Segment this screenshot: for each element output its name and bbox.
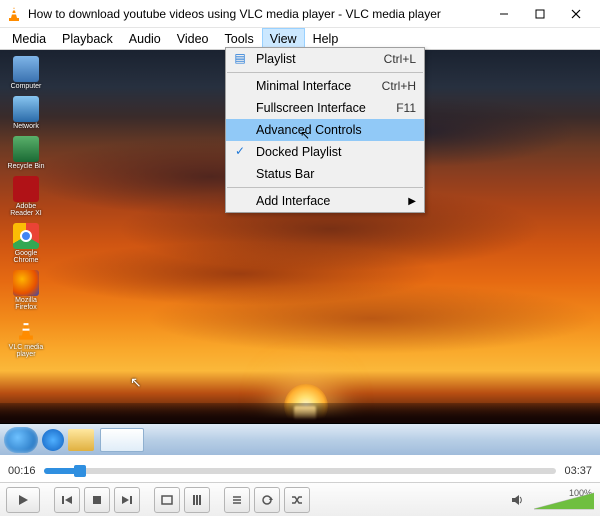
view-menu-dropdown: ▤ Playlist Ctrl+L Minimal Interface Ctrl+H Fu… [225,47,425,213]
desktop-icon-chrome: Google Chrome [4,223,48,264]
previous-button[interactable] [54,487,80,513]
menuitem-label: Fullscreen Interface [256,101,366,115]
menu-view[interactable]: View [262,28,305,49]
menuitem-label: Docked Playlist [256,145,341,159]
mute-button[interactable] [504,487,530,513]
menuitem-minimal-interface[interactable]: Minimal Interface Ctrl+H [226,75,424,97]
desktop-icon-recycle: Recycle Bin [4,136,48,170]
desktop-icon-vlc: VLC media player [4,317,48,358]
menuitem-label: Playlist [256,52,296,66]
menu-audio[interactable]: Audio [121,28,169,49]
volume-slider[interactable]: 100% [534,490,594,510]
fullscreen-button[interactable] [154,487,180,513]
shuffle-button[interactable] [284,487,310,513]
desktop-icon-label: Adobe Reader XI [4,203,48,217]
next-button[interactable] [114,487,140,513]
minimize-button[interactable] [486,0,522,28]
recycle-icon [13,136,39,162]
desktop-icon-adobe: Adobe Reader XI [4,176,48,217]
ie-icon [42,429,64,451]
menu-help[interactable]: Help [305,28,347,49]
stop-button[interactable] [84,487,110,513]
menuitem-label: Status Bar [256,167,314,181]
window-title: How to download youtube videos using VLC… [28,7,486,21]
menu-playback[interactable]: Playback [54,28,121,49]
menuitem-shortcut: F11 [396,101,416,115]
menu-video[interactable]: Video [169,28,217,49]
playlist-button[interactable] [224,487,250,513]
desktop-icon-label: Google Chrome [4,250,48,264]
desktop-icon-label: Computer [11,83,42,90]
desktop-icon-label: Network [13,123,39,130]
menuitem-label: Minimal Interface [256,79,351,93]
menuitem-shortcut: Ctrl+L [384,52,416,66]
menuitem-add-interface[interactable]: Add Interface ▶ [226,190,424,212]
close-button[interactable] [558,0,594,28]
menuitem-docked-playlist[interactable]: ✓ Docked Playlist [226,141,424,163]
extended-settings-button[interactable] [184,487,210,513]
time-elapsed[interactable]: 00:16 [8,465,36,477]
menuitem-playlist[interactable]: ▤ Playlist Ctrl+L [226,48,424,70]
desktop-icon-label: Recycle Bin [8,163,45,170]
vlc-icon [13,317,39,343]
computer-icon [13,56,39,82]
control-bar: 100% [0,482,600,516]
chrome-icon [13,223,39,249]
cursor-icon: ↖ [300,128,310,142]
menuitem-advanced-controls[interactable]: Advanced Controls [226,119,424,141]
desktop-icon-label: VLC media player [4,344,48,358]
menu-separator [227,72,423,73]
adobe-icon [13,176,39,202]
window-titlebar: How to download youtube videos using VLC… [0,0,600,28]
network-icon [13,96,39,122]
video-taskbar [0,424,600,455]
maximize-button[interactable] [522,0,558,28]
firefox-icon [13,270,39,296]
explorer-icon [68,429,94,451]
submenu-arrow-icon: ▶ [408,196,416,207]
desktop-icon-firefox: Mozilla Firefox [4,270,48,311]
seek-slider[interactable] [44,468,557,474]
vlc-app-icon [6,6,22,22]
menuitem-status-bar[interactable]: Status Bar [226,163,424,185]
check-icon: ✓ [232,143,248,159]
loop-button[interactable] [254,487,280,513]
seek-row: 00:16 03:37 [0,460,600,482]
desktop-icon-label: Mozilla Firefox [4,297,48,311]
play-button[interactable] [6,487,40,513]
menuitem-fullscreen-interface[interactable]: Fullscreen Interface F11 [226,97,424,119]
playlist-icon: ▤ [232,50,248,66]
taskbar-window-thumb [100,428,144,452]
time-total[interactable]: 03:37 [564,465,592,477]
menu-tools[interactable]: Tools [217,28,262,49]
menuitem-shortcut: Ctrl+H [382,79,416,93]
start-button-icon [4,427,38,453]
desktop-icon-computer: Computer [4,56,48,90]
menu-media[interactable]: Media [4,28,54,49]
menuitem-label: Add Interface [256,194,330,208]
desktop-icon-network: Network [4,96,48,130]
menu-separator [227,187,423,188]
cursor-icon: ↖ [130,374,142,391]
